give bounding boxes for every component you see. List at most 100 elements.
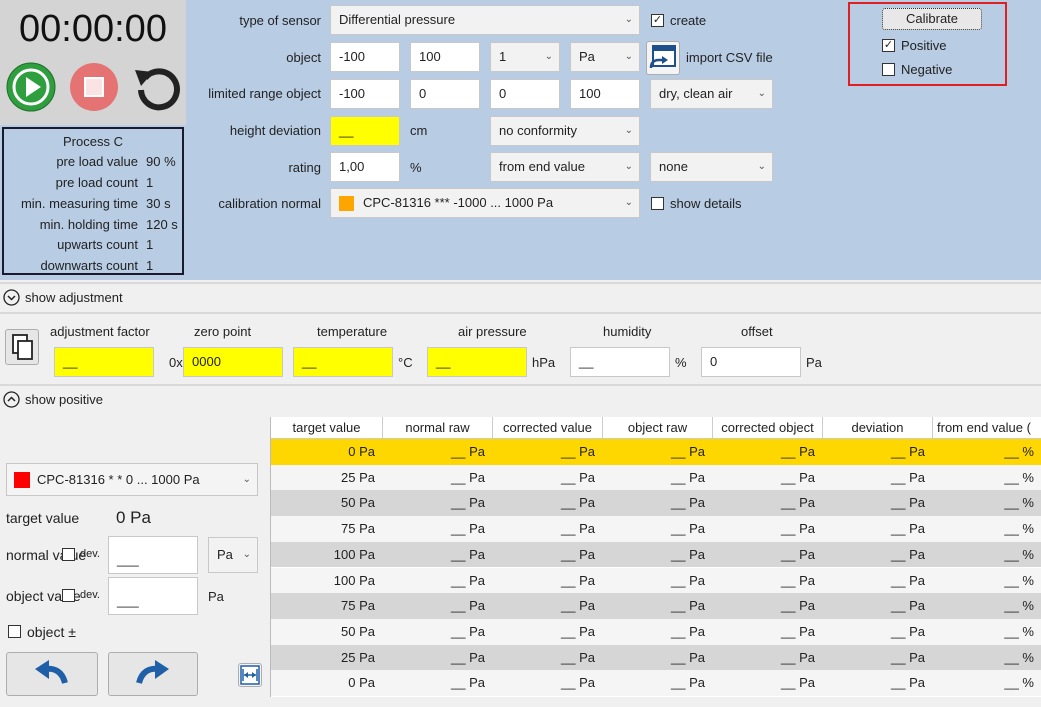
column-header[interactable]: corrected value bbox=[493, 417, 603, 439]
table-row[interactable]: 50 Pa __ Pa __ Pa __ Pa __ Pa __ Pa __ % bbox=[271, 490, 1041, 517]
reset-icon bbox=[135, 68, 180, 111]
calnormal-value: CPC-81316 *** -1000 ... 1000 Pa bbox=[363, 195, 554, 210]
positive-toggle[interactable]: show positive bbox=[3, 391, 143, 409]
air-label: air pressure bbox=[458, 324, 527, 339]
table-cell: __ Pa bbox=[451, 675, 485, 691]
rating-mode-value: from end value bbox=[499, 159, 585, 174]
rating-unit: % bbox=[410, 160, 422, 175]
factor-input[interactable]: __ bbox=[54, 347, 154, 377]
undo-button[interactable] bbox=[6, 652, 98, 696]
normal-input[interactable]: ___ bbox=[108, 536, 198, 574]
temp-unit: °C bbox=[398, 355, 413, 370]
zero-input[interactable]: 0000 bbox=[183, 347, 283, 377]
column-header[interactable]: deviation bbox=[823, 417, 933, 439]
rating-mode-select[interactable]: from end value ⌄ bbox=[490, 152, 640, 182]
rating-extra-value: none bbox=[659, 159, 688, 174]
object-min-input[interactable]: -100 bbox=[330, 42, 400, 72]
offset-input[interactable]: 0 bbox=[701, 347, 801, 377]
info-value: 1 bbox=[146, 237, 154, 252]
calnormal-select[interactable]: CPC-81316 *** -1000 ... 1000 Pa ⌄ bbox=[330, 188, 640, 218]
info-value: 90 % bbox=[146, 154, 176, 169]
table-cell: 100 Pa bbox=[333, 572, 375, 588]
chevron-circle-icon bbox=[3, 289, 20, 306]
chevron-circle-up-icon bbox=[3, 391, 20, 408]
show-details-checkbox[interactable] bbox=[651, 197, 664, 210]
import-csv-button[interactable] bbox=[646, 41, 680, 75]
reset-button[interactable] bbox=[131, 60, 183, 112]
rating-extra-select[interactable]: none ⌄ bbox=[650, 152, 773, 182]
limited-input-3[interactable]: 0 bbox=[490, 79, 560, 109]
table-row[interactable]: 0 Pa __ Pa __ Pa __ Pa __ Pa __ Pa __ % bbox=[271, 439, 1041, 465]
table-cell: __ Pa bbox=[671, 546, 705, 562]
divider bbox=[0, 312, 1041, 314]
table-cell: __ Pa bbox=[561, 521, 595, 537]
object-dev-checkbox[interactable] bbox=[62, 589, 75, 602]
adjustment-toggle-label: show adjustment bbox=[25, 290, 123, 305]
table-row[interactable]: 75 Pa __ Pa __ Pa __ Pa __ Pa __ Pa __ % bbox=[271, 593, 1041, 619]
table-cell: __ Pa bbox=[561, 572, 595, 588]
table-cell: __ Pa bbox=[891, 521, 925, 537]
create-checkbox[interactable]: ✓ bbox=[651, 14, 664, 27]
negative-checkbox[interactable] bbox=[882, 63, 895, 76]
table-cell: __ Pa bbox=[781, 495, 815, 511]
object-unit-select[interactable]: Pa ⌄ bbox=[570, 42, 640, 72]
chevron-down-icon: ⌄ bbox=[757, 88, 766, 99]
chevron-down-icon: ⌄ bbox=[624, 125, 633, 136]
table-cell: 75 Pa bbox=[341, 598, 375, 614]
object-step-select[interactable]: 1 ⌄ bbox=[490, 42, 560, 72]
temp-input[interactable]: __ bbox=[293, 347, 393, 377]
column-header[interactable]: from end value ( bbox=[933, 417, 1041, 439]
device-select[interactable]: CPC-81316 * * 0 ... 1000 Pa ⌄ bbox=[6, 463, 258, 496]
sensor-select[interactable]: Differential pressure ⌄ bbox=[330, 5, 640, 35]
device-value: CPC-81316 * * 0 ... 1000 Pa bbox=[37, 472, 200, 487]
info-value: 1 bbox=[146, 175, 154, 190]
table-row[interactable]: 25 Pa __ Pa __ Pa __ Pa __ Pa __ Pa __ % bbox=[271, 464, 1041, 491]
positive-checkbox[interactable]: ✓ bbox=[882, 39, 895, 52]
object-value-input[interactable]: ___ bbox=[108, 577, 198, 615]
chevron-down-icon: ⌄ bbox=[624, 14, 633, 25]
object-max-input[interactable]: 100 bbox=[410, 42, 480, 72]
normal-dev-checkbox[interactable] bbox=[62, 548, 75, 561]
timer-display: 00:00:00 bbox=[19, 8, 167, 50]
limited-input-1[interactable]: -100 bbox=[330, 79, 400, 109]
table-cell: __ Pa bbox=[561, 495, 595, 511]
height-label: height deviation bbox=[229, 123, 321, 138]
object-pm-checkbox[interactable] bbox=[8, 625, 21, 638]
table-cell: __ % bbox=[1004, 521, 1034, 537]
column-header[interactable]: object raw bbox=[603, 417, 713, 439]
adjustment-toggle[interactable]: show adjustment bbox=[3, 289, 143, 307]
play-button[interactable] bbox=[6, 62, 56, 112]
table-cell: __ Pa bbox=[671, 444, 705, 459]
fit-width-button[interactable] bbox=[238, 663, 262, 687]
conformity-select[interactable]: no conformity ⌄ bbox=[490, 116, 640, 146]
offset-unit: Pa bbox=[806, 355, 822, 370]
table-cell: 25 Pa bbox=[341, 649, 375, 665]
limited-input-4[interactable]: 100 bbox=[570, 79, 640, 109]
normal-dev-label: dev. bbox=[80, 548, 100, 560]
column-header[interactable]: normal raw bbox=[383, 417, 493, 439]
stop-button[interactable] bbox=[69, 62, 119, 112]
redo-button[interactable] bbox=[108, 652, 198, 696]
height-input[interactable]: __ bbox=[330, 116, 400, 146]
object-dev-label: dev. bbox=[80, 589, 100, 601]
import-csv-label[interactable]: import CSV file bbox=[686, 50, 773, 65]
column-header[interactable]: corrected object bbox=[713, 417, 823, 439]
table-row[interactable]: 75 Pa __ Pa __ Pa __ Pa __ Pa __ Pa __ % bbox=[271, 516, 1041, 542]
medium-select[interactable]: dry, clean air ⌄ bbox=[650, 79, 773, 109]
table-row[interactable]: 0 Pa __ Pa __ Pa __ Pa __ Pa __ Pa __ % bbox=[271, 670, 1041, 696]
copy-button[interactable] bbox=[5, 329, 39, 365]
limited-input-2[interactable]: 0 bbox=[410, 79, 480, 109]
table-cell: __ Pa bbox=[891, 649, 925, 665]
temp-label: temperature bbox=[317, 324, 388, 339]
rating-input[interactable]: 1,00 bbox=[330, 152, 400, 182]
calnormal-label: calibration normal bbox=[218, 196, 321, 211]
table-row[interactable]: 100 Pa __ Pa __ Pa __ Pa __ Pa __ Pa __ % bbox=[271, 541, 1041, 568]
calibrate-button[interactable]: Calibrate bbox=[882, 8, 982, 30]
table-row[interactable]: 25 Pa __ Pa __ Pa __ Pa __ Pa __ Pa __ % bbox=[271, 644, 1041, 671]
column-header[interactable]: target value bbox=[271, 417, 383, 439]
air-input[interactable]: __ bbox=[427, 347, 527, 377]
normal-unit-select[interactable]: Pa ⌄ bbox=[208, 537, 258, 573]
table-row[interactable]: 50 Pa __ Pa __ Pa __ Pa __ Pa __ Pa __ % bbox=[271, 618, 1041, 645]
table-row[interactable]: 100 Pa __ Pa __ Pa __ Pa __ Pa __ Pa __ % bbox=[271, 567, 1041, 594]
hum-input[interactable]: __ bbox=[570, 347, 670, 377]
